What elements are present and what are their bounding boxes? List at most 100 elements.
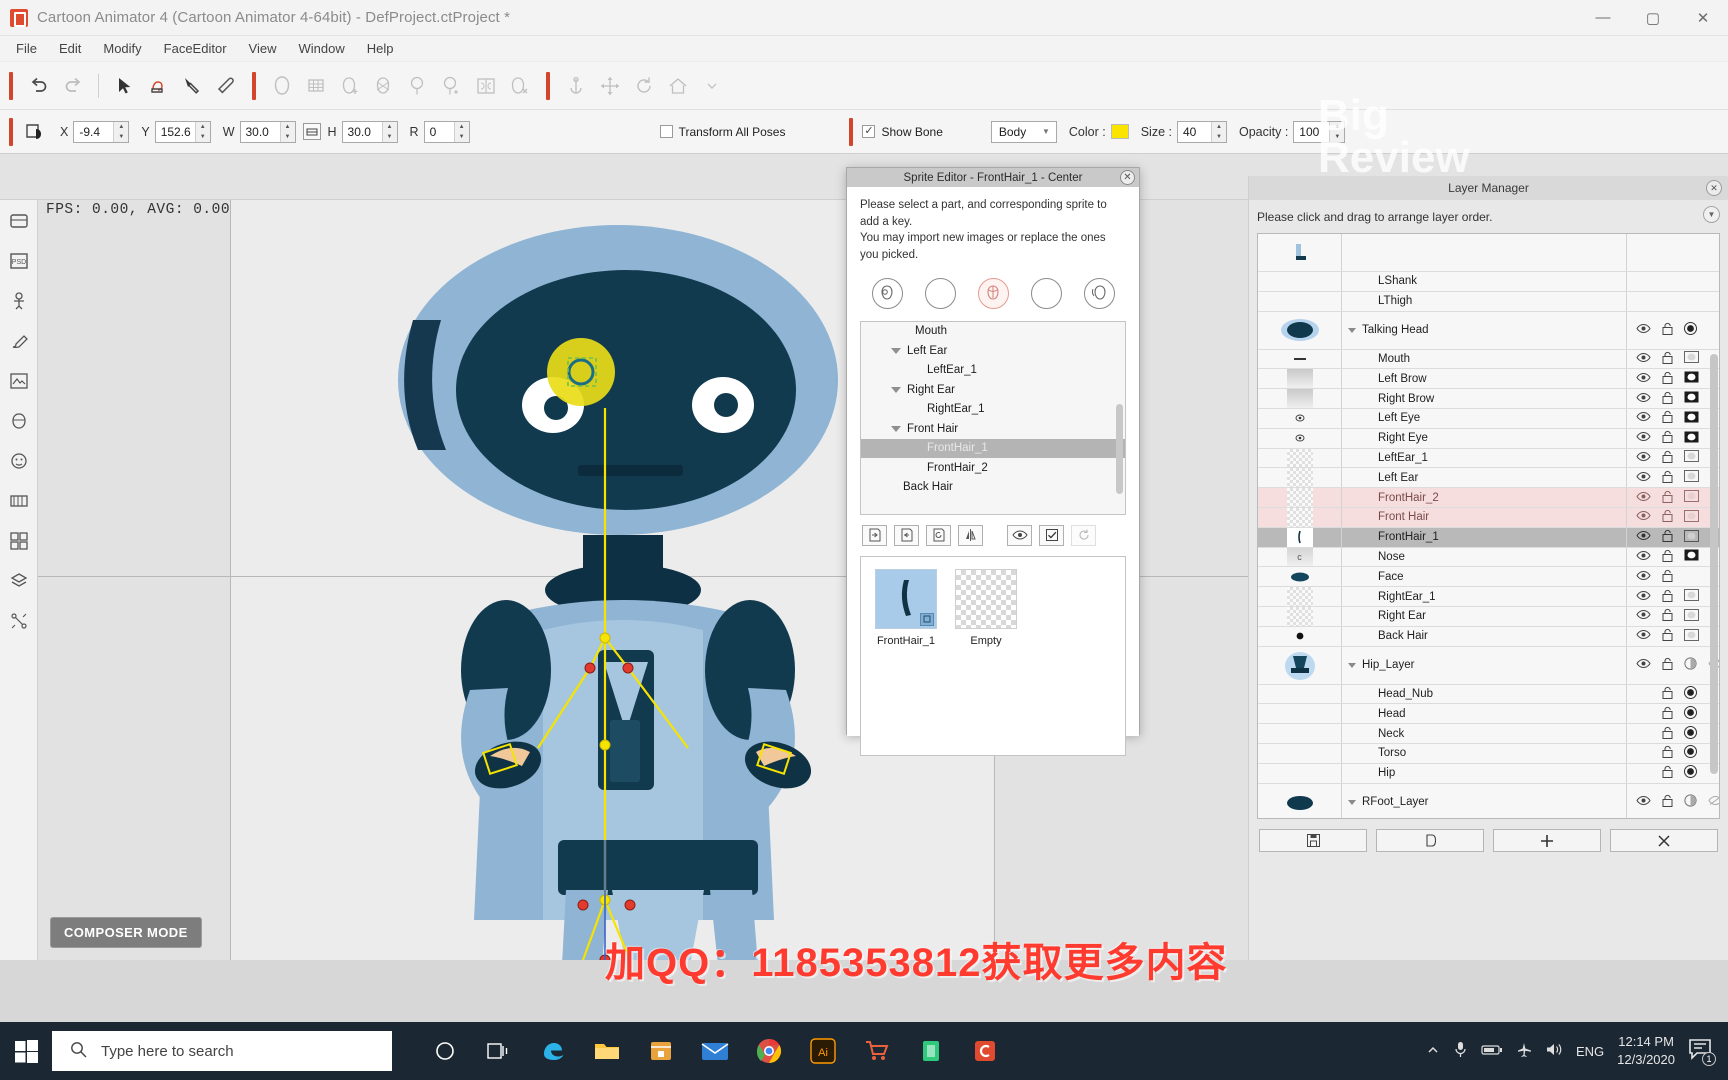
half-dot-icon[interactable] — [1684, 657, 1697, 673]
close-icon[interactable]: ✕ — [1706, 180, 1722, 196]
lock-icon[interactable] — [1662, 794, 1673, 810]
search-input[interactable]: Type here to search — [52, 1031, 392, 1071]
layer-name[interactable]: Hip_Layer — [1342, 646, 1627, 684]
layer-panel-icon[interactable] — [6, 568, 32, 594]
mask-dot-icon[interactable] — [1684, 705, 1697, 722]
anchor-icon[interactable] — [559, 69, 593, 103]
head-icon[interactable] — [265, 69, 299, 103]
eye-icon[interactable] — [1636, 570, 1651, 584]
table-row[interactable]: Hip_Layer — [1258, 646, 1719, 685]
layer-name[interactable]: Talking Head — [1342, 311, 1627, 349]
lock-icon[interactable] — [1662, 490, 1673, 506]
transform-all-poses-checkbox[interactable]: Transform All Poses — [659, 125, 785, 139]
psd-icon[interactable]: PSD — [6, 248, 32, 274]
store-icon[interactable] — [638, 1028, 684, 1074]
green-app-icon[interactable] — [908, 1028, 954, 1074]
sprite-thumbnail-empty[interactable] — [955, 568, 1017, 629]
menu-modify[interactable]: Modify — [92, 38, 152, 59]
menu-help[interactable]: Help — [356, 38, 405, 59]
lock-icon[interactable] — [1662, 410, 1673, 426]
table-row[interactable]: Face — [1258, 567, 1719, 588]
mask-light-icon[interactable] — [1684, 470, 1699, 485]
lock-icon[interactable] — [1662, 657, 1673, 673]
add-layer-button[interactable] — [1493, 829, 1601, 852]
w-stepper[interactable]: ▲ ▼ — [279, 121, 295, 142]
face-mask-icon[interactable] — [6, 408, 32, 434]
table-row[interactable]: Hip — [1258, 763, 1719, 784]
eye-icon[interactable] — [1636, 550, 1651, 564]
airplane-icon[interactable] — [1516, 1042, 1532, 1061]
eye-icon[interactable] — [1636, 491, 1651, 505]
triangle-expanded-icon[interactable] — [1348, 799, 1356, 805]
lock-icon[interactable] — [1662, 726, 1673, 742]
mask-solid-icon[interactable] — [1684, 431, 1699, 446]
eye-icon[interactable] — [1636, 658, 1651, 672]
lock-icon[interactable] — [1662, 430, 1673, 446]
head-bone-icon[interactable] — [367, 69, 401, 103]
blank-circle-icon[interactable] — [1030, 277, 1062, 309]
table-row[interactable]: Head_Nub — [1258, 684, 1719, 705]
table-row[interactable]: LShank — [1258, 272, 1719, 292]
windows-logo-icon[interactable] — [0, 1022, 52, 1080]
mask-dot-icon[interactable] — [1684, 322, 1697, 338]
opacity-stepper[interactable]: ▲ ▼ — [1329, 121, 1345, 142]
mask-light-icon[interactable] — [1684, 589, 1699, 604]
table-row[interactable]: Right Ear — [1258, 606, 1719, 627]
mask-dot-icon[interactable] — [1684, 745, 1697, 761]
layer-table[interactable]: LShank LThigh Talking Head Mouth Left Br… — [1257, 233, 1720, 819]
lock-icon[interactable] — [1662, 509, 1673, 525]
menu-window[interactable]: Window — [287, 38, 355, 59]
replace-image-icon[interactable] — [894, 524, 919, 546]
lock-icon[interactable] — [1662, 706, 1673, 722]
table-row[interactable] — [1258, 234, 1719, 272]
table-row[interactable]: LeftEar_1 — [1258, 448, 1719, 469]
sprite-thumbnail-pane[interactable]: FrontHair_1 Empty — [860, 555, 1126, 756]
eye-icon[interactable] — [1636, 431, 1651, 445]
mirror-icon[interactable] — [958, 524, 983, 546]
half-dot-icon[interactable] — [1684, 794, 1697, 810]
table-row[interactable]: Front Hair — [1258, 507, 1719, 528]
lock-icon[interactable] — [1662, 569, 1673, 585]
blank-circle-icon[interactable] — [924, 277, 956, 309]
undo-icon[interactable] — [22, 69, 56, 103]
table-row[interactable]: Head — [1258, 704, 1719, 725]
toolbar-more-icon[interactable] — [695, 69, 729, 103]
table-row[interactable]: Right Brow — [1258, 389, 1719, 409]
chevron-down-icon[interactable]: ▼ — [1703, 206, 1720, 223]
notification-center-icon[interactable]: 1 — [1688, 1038, 1716, 1066]
menu-faceeditor[interactable]: FaceEditor — [153, 38, 238, 59]
delete-layer-button[interactable] — [1610, 829, 1718, 852]
eye-icon[interactable] — [1636, 411, 1651, 425]
mask-dot-icon[interactable] — [1684, 765, 1697, 781]
eye-icon[interactable] — [1636, 629, 1651, 643]
lock-icon[interactable] — [1662, 371, 1673, 387]
checkbox-icon[interactable] — [1039, 524, 1064, 546]
triangle-expanded-icon[interactable] — [1348, 662, 1356, 668]
clock[interactable]: 12:14 PM 12/3/2020 — [1617, 1033, 1675, 1068]
menu-view[interactable]: View — [238, 38, 288, 59]
illustrator-icon[interactable]: Ai — [800, 1028, 846, 1074]
eye-icon[interactable] — [1636, 795, 1651, 809]
tree-item-fronthair-2[interactable]: FrontHair_2 — [861, 458, 1125, 478]
lock-icon[interactable] — [1662, 322, 1673, 338]
select-arrow-icon[interactable] — [107, 69, 141, 103]
minimize-button[interactable]: — — [1578, 0, 1628, 35]
sprite-item-fronthair-1[interactable]: FrontHair_1 — [875, 568, 937, 755]
y-input[interactable]: 152.6 ▲ ▼ — [154, 120, 211, 143]
stage-icon[interactable] — [6, 208, 32, 234]
lock-icon[interactable] — [1662, 529, 1673, 545]
r-input[interactable]: 0 ▲ ▼ — [423, 120, 470, 143]
rotate-icon[interactable] — [627, 69, 661, 103]
lock-icon[interactable] — [1662, 391, 1673, 407]
lock-icon[interactable] — [1662, 686, 1673, 702]
table-row[interactable]: FrontHair_1 — [1258, 527, 1719, 548]
layer-name[interactable]: RFoot_Layer — [1342, 783, 1627, 818]
tree-item-back-hair[interactable]: Back Hair — [861, 478, 1125, 498]
triangle-expanded-icon[interactable] — [891, 347, 901, 354]
cartoon-animator-icon[interactable] — [962, 1028, 1008, 1074]
up-chevron-icon[interactable] — [1426, 1043, 1440, 1060]
table-row[interactable]: c Nose — [1258, 547, 1719, 568]
mask-solid-icon[interactable] — [1684, 391, 1699, 406]
eye-icon[interactable] — [1636, 530, 1651, 544]
lock-icon[interactable] — [1662, 450, 1673, 466]
